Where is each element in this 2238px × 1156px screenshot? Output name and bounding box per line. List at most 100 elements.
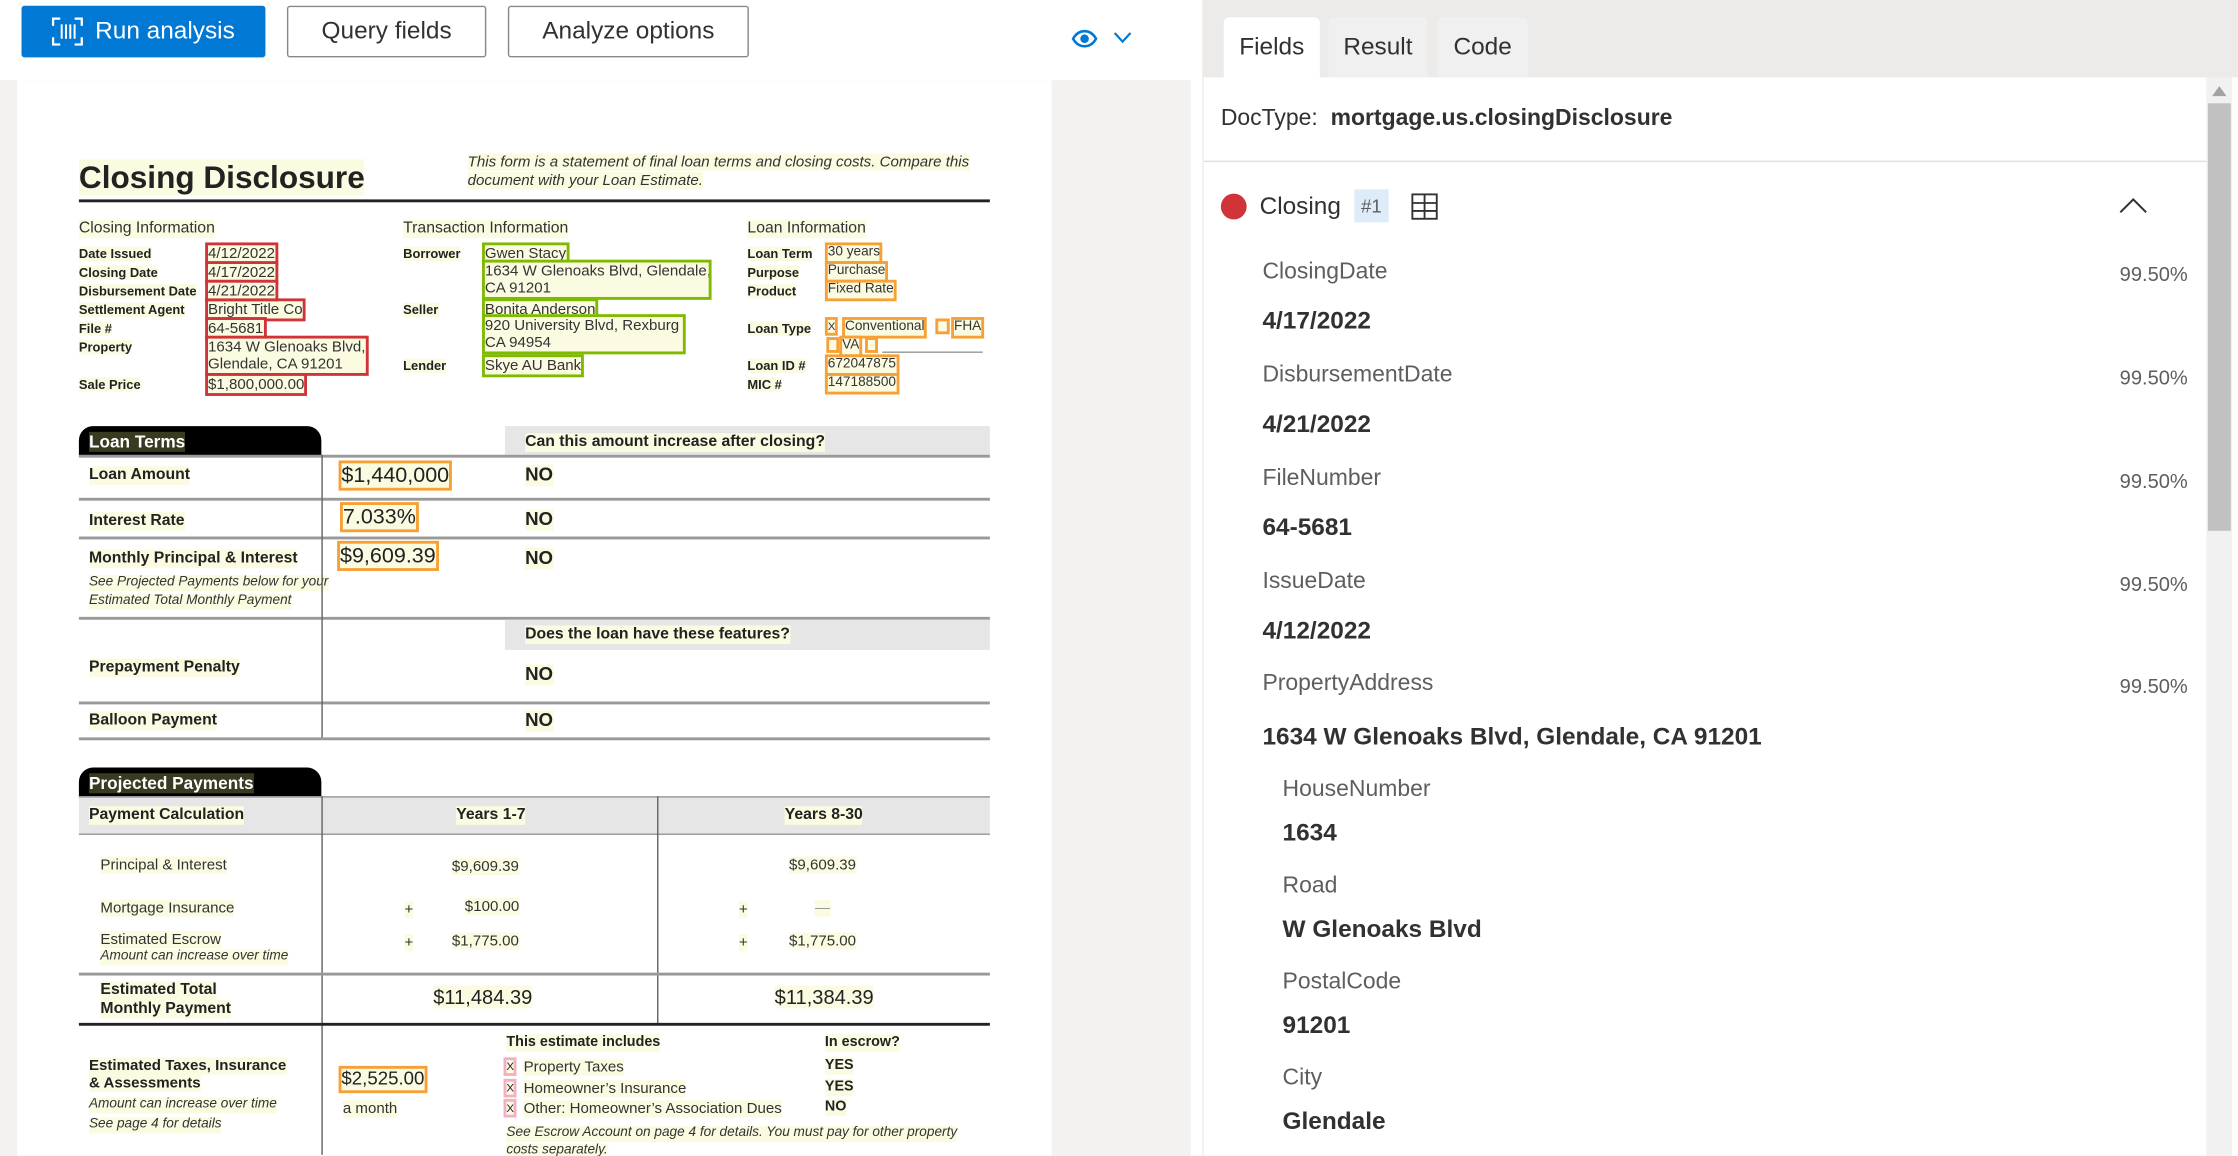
field-value[interactable]: 4/12/2022	[205, 242, 278, 266]
field-value[interactable]: Bonita Anderson	[482, 298, 599, 322]
plus-sign: +	[404, 933, 414, 952]
tab-code[interactable]: Code	[1437, 17, 1528, 78]
field-name: IssueDate	[1262, 569, 1366, 594]
loan-amount-value[interactable]: $1,440,000	[338, 460, 453, 492]
cell-value: $1,775.00	[451, 932, 519, 950]
subfield-name: City	[1282, 1065, 1323, 1091]
tax-period: a month	[342, 1100, 398, 1118]
column-header: In escrow?	[824, 1034, 900, 1051]
divider	[78, 497, 990, 500]
field-confidence: 99.50%	[2119, 469, 2188, 493]
cell-value: $1,775.00	[789, 932, 857, 950]
field-value[interactable]: 4/21/2022	[1262, 410, 1371, 439]
field-label: Disbursement Date	[78, 284, 197, 299]
tab-fields[interactable]: Fields	[1223, 17, 1320, 78]
field-value[interactable]: 1634 W Glenoaks Blvd, Glendale, CA 91201	[205, 335, 369, 376]
field-label: Product	[747, 284, 797, 299]
monthly-pi-value[interactable]: $9,609.39	[337, 540, 439, 572]
field-value[interactable]: 64-5681	[1262, 514, 1352, 543]
field-label: File #	[78, 321, 112, 337]
include-item: Property Taxes	[523, 1058, 624, 1077]
field-value[interactable]: 4/17/2022	[205, 261, 278, 285]
field-name: FileNumber	[1262, 466, 1382, 491]
projected-payments-tab: Projected Payments	[78, 767, 322, 798]
field-label: Sale Price	[78, 377, 141, 393]
section-header: Transaction Information	[403, 219, 569, 238]
footnote: costs separately.	[506, 1142, 608, 1156]
subfield-value[interactable]: Glendale	[1283, 1108, 1386, 1137]
address-line: 1634 W Glenoaks Blvd, Glendale,	[484, 262, 711, 280]
field-value[interactable]: $1,800,000.00	[205, 372, 308, 397]
field-value[interactable]: Bright Title Co	[205, 298, 306, 322]
cell-value: —	[814, 899, 830, 917]
checkbox-homeowners-insurance[interactable]: X	[503, 1078, 518, 1098]
cell-value: $9,609.39	[451, 857, 519, 876]
field-value[interactable]: Skye AU Bank	[482, 354, 585, 378]
interest-rate-value[interactable]: 7.033%	[340, 502, 419, 533]
field-value[interactable]: 4/21/2022	[205, 279, 278, 303]
table-icon[interactable]	[1410, 192, 1439, 221]
field-confidence: 99.50%	[2119, 572, 2188, 596]
field-value[interactable]: VA	[839, 335, 863, 358]
field-value[interactable]: 4/12/2022	[1262, 617, 1371, 646]
plus-sign: +	[404, 900, 414, 919]
doc-title: Closing Disclosure	[78, 159, 365, 196]
subfield-name: Road	[1282, 873, 1338, 899]
checkbox-va[interactable]	[826, 337, 840, 353]
checkbox-property-taxes[interactable]: X	[503, 1057, 518, 1077]
row-note: See Projected Payments below for your	[88, 573, 329, 591]
field-label: Purpose	[747, 265, 800, 281]
tab-result[interactable]: Result	[1328, 17, 1428, 78]
doctype-label: DocType:	[1220, 106, 1318, 131]
field-value[interactable]: Fixed Rate	[824, 279, 897, 302]
field-value[interactable]: Conventional	[842, 317, 928, 339]
field-label: Closing Date	[78, 265, 158, 281]
field-value[interactable]: 1634 W Glenoaks Blvd, Glendale, CA 91201	[1262, 723, 1761, 752]
chevron-up-icon[interactable]	[2119, 195, 2148, 215]
scrollbar-thumb[interactable]	[2207, 103, 2231, 531]
include-item: Other: Homeowner’s Association Dues	[523, 1100, 782, 1118]
address-line: CA 94954	[484, 334, 552, 352]
checkbox-hoa-dues[interactable]: X	[503, 1098, 518, 1118]
field-value[interactable]: 4/17/2022	[1262, 307, 1371, 336]
checkbox-conventional[interactable]: X	[824, 316, 839, 337]
row-label: Monthly Payment	[100, 999, 232, 1019]
row-note: Estimated Total Monthly Payment	[88, 592, 292, 610]
subfield-value[interactable]: 91201	[1283, 1011, 1351, 1040]
subfield-value[interactable]: 1634	[1283, 819, 1337, 848]
subfield-value[interactable]: W Glenoaks Blvd	[1283, 915, 1482, 944]
divider	[78, 454, 990, 457]
scroll-up-icon[interactable]	[2212, 86, 2227, 97]
address-line: Glendale, CA 91201	[208, 355, 343, 373]
field-value[interactable]: 30 years	[824, 242, 883, 264]
row-label: Principal & Interest	[100, 856, 227, 874]
blank-line	[882, 351, 983, 353]
doc-note: This form is a statement of final loan t…	[467, 153, 970, 171]
field-value[interactable]: Purchase	[824, 261, 889, 283]
field-label: Loan Term	[747, 246, 813, 262]
row-label: & Assessments	[88, 1074, 201, 1092]
divider	[78, 701, 990, 704]
plus-sign: +	[738, 900, 748, 919]
checkbox-other[interactable]	[865, 337, 878, 353]
field-value[interactable]: FHA	[951, 317, 985, 339]
divider	[657, 796, 659, 1025]
view-toggle[interactable]	[1070, 26, 1142, 59]
field-value[interactable]: 1634 W Glenoaks Blvd, Glendale, CA 91201	[482, 259, 712, 300]
section-header: Closing Information	[78, 219, 215, 238]
group-header-closing[interactable]: Closing #1	[1220, 189, 1439, 223]
checkbox-fha[interactable]	[935, 318, 950, 335]
field-value[interactable]: 920 University Blvd, Rexburg CA 94954	[482, 314, 686, 355]
tax-value[interactable]: $2,525.00	[338, 1065, 428, 1094]
row-note: Amount can increase over time	[88, 1096, 277, 1114]
doctype-value: mortgage.us.closingDisclosure	[1330, 106, 1673, 131]
footnote: See Escrow Account on page 4 for details…	[506, 1124, 958, 1142]
field-value[interactable]: 64-5681	[205, 317, 267, 341]
field-value[interactable]: 147188500	[824, 373, 899, 395]
field-value[interactable]: 672047875	[824, 354, 899, 376]
field-value[interactable]: Gwen Stacy	[482, 242, 569, 266]
field-label: Loan Type	[747, 321, 812, 337]
scrollbar[interactable]	[2206, 77, 2233, 1156]
row-label: Balloon Payment	[88, 711, 217, 730]
address-line: 1634 W Glenoaks Blvd,	[208, 338, 366, 356]
